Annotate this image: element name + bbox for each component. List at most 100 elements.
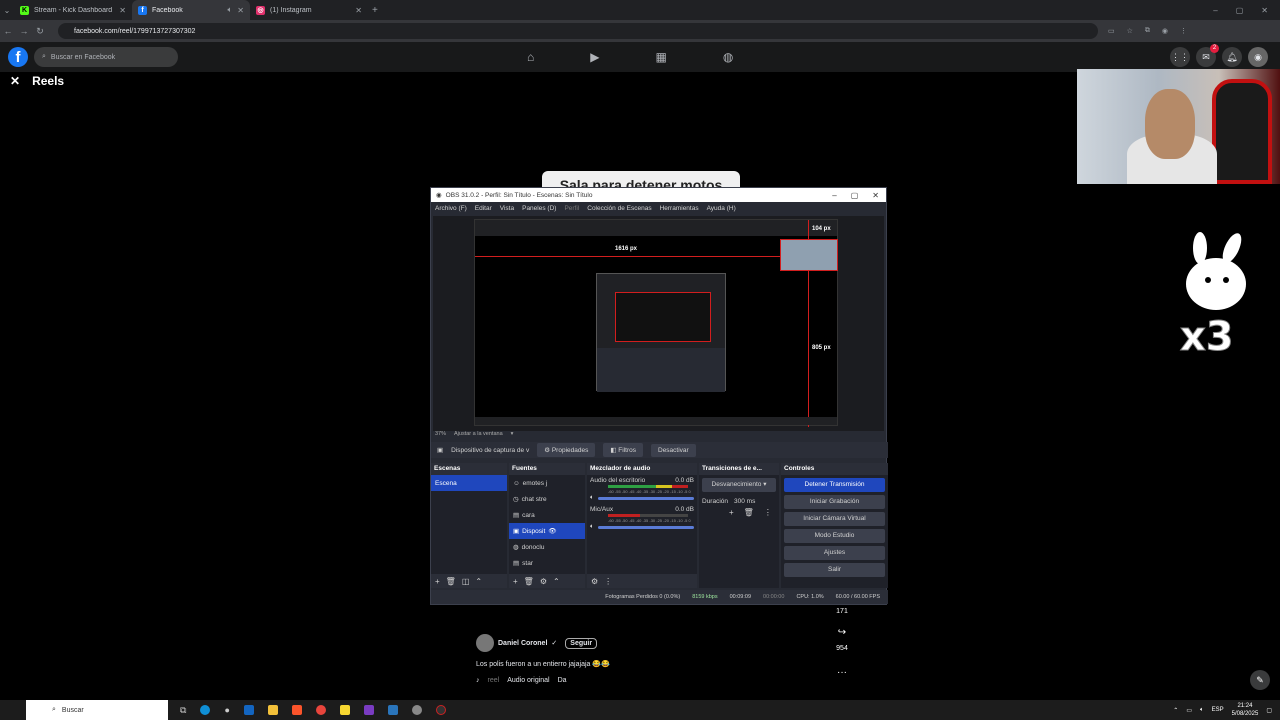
stop-stream-button[interactable]: Detener Transmisión xyxy=(784,478,885,492)
close-window-icon[interactable]: ✕ xyxy=(1261,6,1268,15)
facebook-search-input[interactable]: ⌕ Buscar en Facebook xyxy=(34,47,178,67)
obs-icon[interactable] xyxy=(435,704,446,715)
chevron-up-icon[interactable]: ⌃ xyxy=(1173,707,1178,714)
tab-list-chevron-icon[interactable]: ⌄ xyxy=(0,6,14,15)
forward-icon[interactable]: → xyxy=(16,26,32,36)
source-item[interactable]: ◍ donoclu xyxy=(509,539,585,555)
menu-dots-icon[interactable]: ⋮ xyxy=(1180,27,1187,35)
menu-archivo[interactable]: Archivo (F) xyxy=(435,205,467,212)
menu-dots-icon[interactable]: ⋮ xyxy=(764,508,772,517)
video-icon[interactable]: ▶ xyxy=(590,50,599,64)
volume-slider[interactable] xyxy=(597,496,694,500)
menu-dots-icon[interactable]: ⋮ xyxy=(604,577,612,586)
language-indicator[interactable]: ESP xyxy=(1212,707,1224,713)
brave-icon[interactable] xyxy=(291,704,302,715)
obs-preview[interactable]: 1616 px 104 px 805 px xyxy=(433,216,884,431)
duration-input[interactable]: 300 ms xyxy=(734,498,755,505)
outlook-icon[interactable] xyxy=(243,704,254,715)
up-icon[interactable]: ⌃ xyxy=(475,577,482,586)
steam-icon[interactable] xyxy=(387,704,398,715)
more-options-icon[interactable]: ··· xyxy=(834,667,850,678)
close-icon[interactable]: ✕ xyxy=(237,6,244,15)
url-field[interactable]: facebook.com/reel/1799713727307302 xyxy=(58,23,1098,39)
speaker-icon[interactable]: 🔈︎ xyxy=(590,494,594,502)
gear-icon[interactable]: ⚙ xyxy=(591,577,598,586)
volume-slider[interactable] xyxy=(597,525,694,529)
add-icon[interactable]: + xyxy=(435,577,440,586)
trash-icon[interactable]: 🗑︎ xyxy=(744,508,754,517)
menu-perfil[interactable]: Perfil xyxy=(564,205,579,212)
share-icon[interactable]: ↪ xyxy=(834,627,850,638)
minimize-icon[interactable]: – xyxy=(1213,6,1217,15)
obs-canvas[interactable]: 1616 px 104 px 805 px xyxy=(474,219,838,427)
filter-icon[interactable]: ◫ xyxy=(462,577,470,586)
app-icon[interactable] xyxy=(411,704,422,715)
follow-button[interactable]: Seguir xyxy=(565,637,598,649)
close-icon[interactable]: ✕ xyxy=(355,6,362,15)
settings-button[interactable]: Ajustes xyxy=(784,546,885,560)
studio-mode-button[interactable]: Modo Estudio xyxy=(784,529,885,543)
avatar[interactable] xyxy=(476,634,494,652)
extensions-icon[interactable]: ⧉ xyxy=(1145,27,1150,35)
menu-ayuda[interactable]: Ayuda (H) xyxy=(707,205,736,212)
scene-item[interactable]: Escena xyxy=(431,475,507,491)
app-icon[interactable]: ● xyxy=(224,705,229,716)
file-explorer-icon[interactable] xyxy=(267,704,278,715)
author-name[interactable]: Daniel Coronel xyxy=(498,640,547,647)
groups-icon[interactable]: ◍ xyxy=(723,50,733,64)
audio-row[interactable]: ♪ reel Audio original Da xyxy=(476,677,610,684)
maximize-icon[interactable]: ▢ xyxy=(851,191,859,200)
source-item[interactable]: ☺ emotes j xyxy=(509,475,585,491)
virtual-camera-button[interactable]: Iniciar Cámara Virtual xyxy=(784,512,885,526)
facebook-logo[interactable]: f xyxy=(8,47,28,67)
speaker-icon[interactable]: 🔈︎ xyxy=(227,5,232,15)
new-tab-icon[interactable]: + xyxy=(372,5,378,16)
notes-icon[interactable] xyxy=(339,704,350,715)
edge-icon[interactable] xyxy=(200,704,211,715)
app-icon[interactable] xyxy=(363,704,374,715)
webcam-source-box[interactable] xyxy=(780,239,838,271)
menu-paneles[interactable]: Paneles (D) xyxy=(522,205,556,212)
menu-herramientas[interactable]: Herramientas xyxy=(660,205,699,212)
tab-instagram[interactable]: ◎ (1) Instagram ✕ xyxy=(250,0,368,20)
trash-icon[interactable]: 🗑︎ xyxy=(446,577,456,586)
notifications-icon[interactable]: ▢ xyxy=(1266,707,1272,714)
minimize-icon[interactable]: – xyxy=(832,191,836,200)
speaker-icon[interactable]: 🔈︎ xyxy=(590,523,594,531)
messenger-icon[interactable]: ✉ 2 xyxy=(1196,44,1219,67)
marketplace-icon[interactable]: ▦ xyxy=(655,50,666,64)
source-item[interactable]: ▣ Disposit 👁︎ xyxy=(509,523,585,539)
clock[interactable]: 21:24 5/08/2025 xyxy=(1232,702,1259,718)
add-icon[interactable]: + xyxy=(729,508,734,517)
gear-icon[interactable]: ⚙ xyxy=(540,577,547,586)
menu-vista[interactable]: Vista xyxy=(500,205,514,212)
bookmark-star-icon[interactable]: ☆ xyxy=(1127,27,1133,35)
exit-button[interactable]: Salir xyxy=(784,563,885,577)
close-icon[interactable]: ✕ xyxy=(872,191,879,200)
tab-kick[interactable]: K Stream - Kick Dashboard ✕ xyxy=(14,0,132,20)
close-icon[interactable]: ✕ xyxy=(10,74,20,88)
close-icon[interactable]: ✕ xyxy=(119,6,126,15)
transition-type-select[interactable]: Desvanecimiento ▾ xyxy=(702,478,776,492)
start-recording-button[interactable]: Iniciar Grabación xyxy=(784,495,885,509)
add-icon[interactable]: + xyxy=(513,577,518,586)
source-item[interactable]: ▤ cara xyxy=(509,507,585,523)
volume-icon[interactable]: 🔈︎ xyxy=(1200,707,1204,714)
chrome-icon[interactable] xyxy=(315,704,326,715)
source-item[interactable]: ▤ star xyxy=(509,555,585,571)
zoom-mode-select[interactable]: Ajustar a la ventana xyxy=(454,431,503,437)
profile-icon[interactable]: ◉ xyxy=(1162,27,1168,35)
properties-button[interactable]: ⚙ Propiedades xyxy=(537,443,596,457)
tab-facebook[interactable]: f Facebook 🔈︎ ✕ xyxy=(132,0,250,20)
avatar[interactable]: ◉ xyxy=(1248,47,1268,67)
apps-menu-icon[interactable]: ⋮⋮ xyxy=(1170,47,1190,67)
edit-icon[interactable]: ✎ xyxy=(1250,670,1270,690)
chevron-down-icon[interactable]: ▾ xyxy=(511,431,514,437)
menu-coleccion[interactable]: Colección de Escenas xyxy=(587,205,651,212)
bell-icon[interactable]: 🔔︎ xyxy=(1222,47,1242,67)
back-icon[interactable]: ← xyxy=(0,26,16,36)
menu-editar[interactable]: Editar xyxy=(475,205,492,212)
home-icon[interactable]: ⌂ xyxy=(527,50,534,64)
source-item[interactable]: ◷ chat stre xyxy=(509,491,585,507)
eye-icon[interactable]: 👁︎ xyxy=(548,527,556,535)
